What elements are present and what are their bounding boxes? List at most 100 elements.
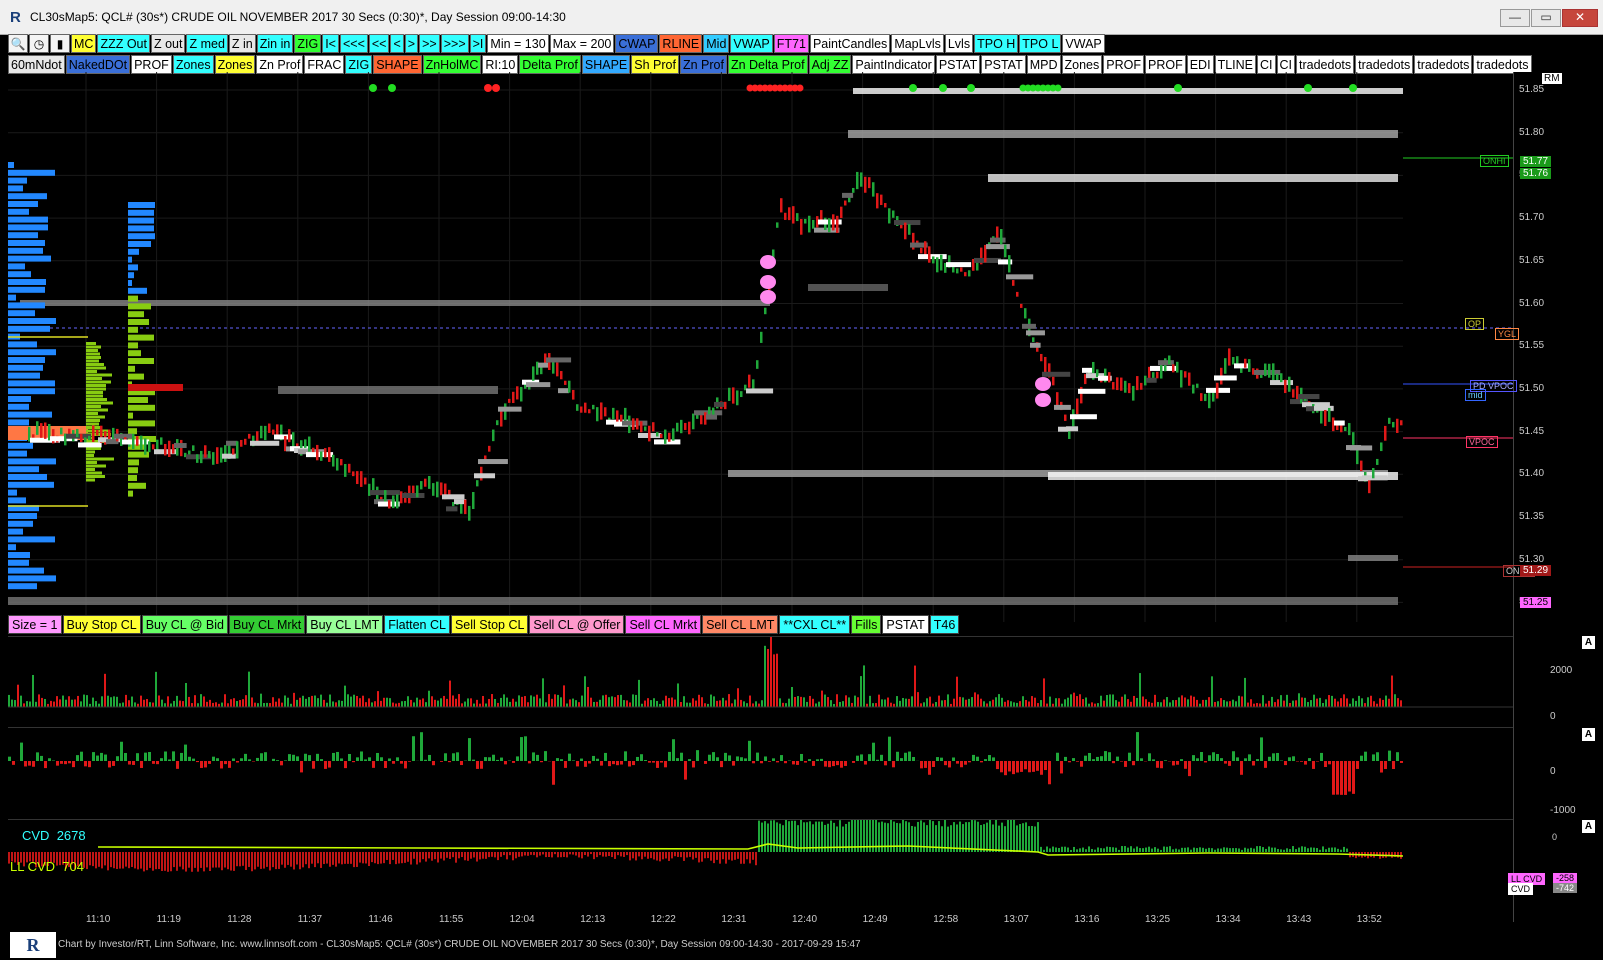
toolbar1--button[interactable]: > <box>404 34 419 53</box>
candles-icon[interactable]: ▮ <box>50 34 70 53</box>
toolbar1--button[interactable]: >> <box>419 34 440 53</box>
toolbar1-max-200-button[interactable]: Max = 200 <box>549 34 615 53</box>
order_bar-t46-button[interactable]: T46 <box>929 615 960 634</box>
clock-icon[interactable]: ◷ <box>29 34 49 53</box>
cvd-bar <box>374 852 376 864</box>
delta-bar <box>1396 752 1399 761</box>
order_bar-sell-cl-lmt-button[interactable]: Sell CL LMT <box>702 615 779 634</box>
delta-autoscale-button[interactable]: A <box>1582 728 1595 741</box>
candle <box>764 307 767 315</box>
profile-bar <box>86 447 101 450</box>
price-chart[interactable] <box>8 72 1513 622</box>
order_bar-flatten-cl-button[interactable]: Flatten CL <box>384 615 450 634</box>
close-button[interactable]: ✕ <box>1562 9 1598 27</box>
delta-bar <box>636 756 639 761</box>
toolbar1-cwap-button[interactable]: CWAP <box>615 34 659 53</box>
toolbar1-vwap-button[interactable]: VWAP <box>1062 34 1105 53</box>
order_bar-buy-cl-bid-button[interactable]: Buy CL @ Bid <box>141 615 228 634</box>
toolbar1--button[interactable]: << <box>368 34 390 53</box>
maximize-button[interactable]: ▭ <box>1531 9 1561 27</box>
range-mode-button[interactable]: RM <box>1542 73 1562 84</box>
volume-bar <box>35 701 37 707</box>
volume-bar <box>188 696 190 707</box>
cvd-bar <box>998 825 1000 852</box>
toolbar1-zzz-out-button[interactable]: ZZZ Out <box>97 34 150 53</box>
toolbar1-mc-button[interactable]: MC <box>71 34 97 53</box>
toolbar1-z-out-button[interactable]: Z out <box>150 34 186 53</box>
toolbar1--button[interactable]: >>> <box>440 34 469 53</box>
toolbar1-z-in-button[interactable]: Z in <box>228 34 256 53</box>
toolbar1-paintcandles-button[interactable]: PaintCandles <box>809 34 891 53</box>
order_bar-buy-cl-mrkt-button[interactable]: Buy CL Mrkt <box>228 615 306 634</box>
heatmap-cell <box>1030 342 1041 348</box>
candle <box>40 423 43 438</box>
profile-bar <box>86 377 102 380</box>
order_bar-pstat-button[interactable]: PSTAT <box>882 615 929 634</box>
volume-bar <box>242 699 244 707</box>
toolbar1--button[interactable]: <<< <box>339 34 368 53</box>
candle <box>472 492 475 510</box>
candle <box>660 433 663 438</box>
cvd-bar <box>1025 822 1027 852</box>
delta-bar <box>592 755 595 761</box>
delta-bar <box>40 755 43 761</box>
cvd-bar <box>1346 848 1348 852</box>
zoom-icon[interactable]: 🔍 <box>8 34 28 53</box>
toolbar1-vwap-button[interactable]: VWAP <box>730 34 773 53</box>
time-tick: 13:25 <box>1145 914 1171 925</box>
delta-bar <box>956 761 959 764</box>
cvd-autoscale-button[interactable]: A <box>1582 820 1595 833</box>
volume-bar <box>638 679 640 707</box>
order_bar-cxl-cl-button[interactable]: **CXL CL** <box>779 615 851 634</box>
cvd-bar <box>1133 848 1135 852</box>
order_bar-sell-stop-cl-button[interactable]: Sell Stop CL <box>450 615 529 634</box>
toolbar1-rline-button[interactable]: RLINE <box>659 34 703 53</box>
heatmap-cell <box>1066 426 1079 432</box>
order_bar-buy-stop-cl-button[interactable]: Buy Stop CL <box>62 615 141 634</box>
delta-bar <box>196 761 199 763</box>
footer-credit: Chart by Investor/RT, Linn Software, Inc… <box>58 939 861 950</box>
toolbar1-maplvls-button[interactable]: MapLvls <box>891 34 944 53</box>
toolbar1-i-button[interactable]: I< <box>322 34 339 53</box>
price-axis[interactable]: RM 51.8551.8051.7551.7051.6551.6051.5551… <box>1513 72 1603 922</box>
time-tick: 12:31 <box>721 914 747 925</box>
toolbar1-tpo-l-button[interactable]: TPO L <box>1019 34 1062 53</box>
toolbar1-ft71-button[interactable]: FT71 <box>773 34 809 53</box>
toolbar1-zig-button[interactable]: ZIG <box>294 34 322 53</box>
volume-pane[interactable] <box>8 627 1513 726</box>
delta-bar <box>1376 752 1379 761</box>
last-price: 51.25 <box>1520 597 1552 608</box>
toolbar1-i-button[interactable]: >I <box>469 34 487 53</box>
time-tick: 11:55 <box>439 914 464 925</box>
order_bar-fills-button[interactable]: Fills <box>851 615 882 634</box>
cvd-bar <box>1028 826 1030 852</box>
order_bar-sell-cl-mrkt-button[interactable]: Sell CL Mrkt <box>625 615 702 634</box>
toolbar1-tpo-h-button[interactable]: TPO H <box>974 34 1019 53</box>
toolbar1-zin-in-button[interactable]: Zin in <box>256 34 294 53</box>
toolbar1-mid-button[interactable]: Mid <box>703 34 730 53</box>
order_bar-buy-cl-lmt-button[interactable]: Buy CL LMT <box>306 615 384 634</box>
toolbar1-lvls-button[interactable]: Lvls <box>944 34 974 53</box>
minimize-button[interactable]: — <box>1500 9 1530 27</box>
volume-bar <box>812 698 814 707</box>
toolbar1-min-130-button[interactable]: Min = 130 <box>487 34 549 53</box>
delta-bar <box>1024 761 1027 770</box>
volume-bar <box>1040 700 1042 707</box>
volume-bar <box>1394 694 1396 707</box>
toolbar1-z-med-button[interactable]: Z med <box>186 34 228 53</box>
cvd-bar <box>1340 849 1342 852</box>
volume-bar <box>1109 694 1111 707</box>
delta-pane[interactable] <box>8 727 1513 818</box>
toolbar1--button[interactable]: < <box>390 34 404 53</box>
volume-bar <box>1169 702 1171 707</box>
order_bar-size-1-button[interactable]: Size = 1 <box>8 615 62 634</box>
cvd-pane[interactable] <box>8 807 1513 912</box>
time-axis[interactable]: 11:10 11:19 11:28 11:37 11:46 11:55 12:04 12:13… <box>8 912 1513 928</box>
cvd-bar <box>704 852 706 859</box>
volume-autoscale-button[interactable]: A <box>1582 636 1595 649</box>
cvd-bar <box>413 852 415 859</box>
volume-bar <box>1160 702 1162 707</box>
order_bar-sell-cl-offer-button[interactable]: Sell CL @ Offer <box>529 615 625 634</box>
volume-bar <box>563 685 565 707</box>
cvd-bar <box>983 824 985 852</box>
